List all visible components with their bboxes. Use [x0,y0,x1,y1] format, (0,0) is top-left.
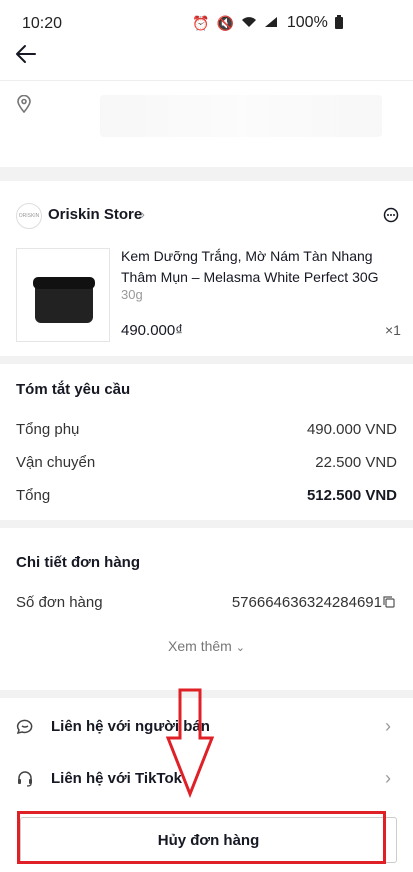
location-pin-icon [16,94,32,118]
shipping-address-section[interactable] [0,81,413,167]
status-bar: 10:20 ⏰ 🔇 100% [0,0,413,48]
summary-title: Tóm tắt yêu cầu [16,381,131,398]
headset-icon [16,769,34,792]
order-summary-section: Tóm tắt yêu cầu Tổng phụ 490.000 VND Vận… [0,364,413,520]
header [0,45,413,81]
product-variant: 30g [121,287,143,302]
contact-seller-row[interactable]: Liên hệ với người bán › [0,701,413,753]
product-price: 490.000₫ [121,322,183,339]
battery-icon [334,14,343,32]
wifi-icon [241,15,257,31]
order-details-section: Chi tiết đơn hàng Số đơn hàng 5766646363… [0,528,413,690]
address-blurred [100,95,382,137]
mute-icon: 🔇 [216,14,234,31]
alarm-icon: ⏰ [192,14,210,31]
back-button[interactable] [14,42,42,70]
arrow-left-icon [16,45,36,63]
chevron-down-icon: ⌄ [235,642,245,654]
order-number-label: Số đơn hàng [16,594,103,611]
subtotal-label: Tổng phụ [16,421,80,438]
chat-bubble-icon [16,717,34,740]
order-number-value: 576664636324284691 [231,594,382,611]
contact-tiktok-row[interactable]: Liên hệ với TikTok › [0,753,413,805]
copy-icon[interactable] [383,595,395,608]
cancel-order-button[interactable]: Hủy đơn hàng [20,817,397,863]
status-time: 10:20 [22,15,63,32]
store-name[interactable]: Oriskin Store [48,206,142,223]
subtotal-value: 490.000 VND [306,421,397,438]
status-icons: ⏰ 🔇 100% [192,14,343,32]
battery-text: 100% [286,14,328,31]
total-value: 512.500 VND [306,487,397,504]
store-logo: ORISKIN [16,203,42,229]
see-more-button[interactable]: Xem thêm ⌄ [0,638,413,654]
chat-icon[interactable] [383,207,399,228]
product-quantity: ×1 [385,322,401,338]
signal-icon [264,15,278,31]
chevron-right-icon: › [385,768,391,788]
shipping-label: Vận chuyển [16,454,96,471]
contact-section: Liên hệ với người bán › Liên hệ với TikT… [0,698,413,808]
see-more-label: Xem thêm [168,638,232,654]
bottom-bar: Hủy đơn hàng [0,808,413,872]
contact-tiktok-label: Liên hệ với TikTok [51,770,182,787]
chevron-right-icon[interactable]: › [140,206,145,223]
details-title: Chi tiết đơn hàng [16,554,140,571]
chevron-right-icon: › [385,716,391,736]
shipping-value: 22.500 VND [315,454,397,471]
product-name[interactable]: Kem Dưỡng Trắng, Mờ Nám Tàn Nhang Thâm M… [121,246,401,288]
order-item-section: ORISKIN Oriskin Store › Kem Dưỡng Trắng,… [0,181,413,356]
contact-seller-label: Liên hệ với người bán [51,718,210,735]
product-image[interactable] [16,248,110,342]
total-label: Tổng [16,487,51,504]
